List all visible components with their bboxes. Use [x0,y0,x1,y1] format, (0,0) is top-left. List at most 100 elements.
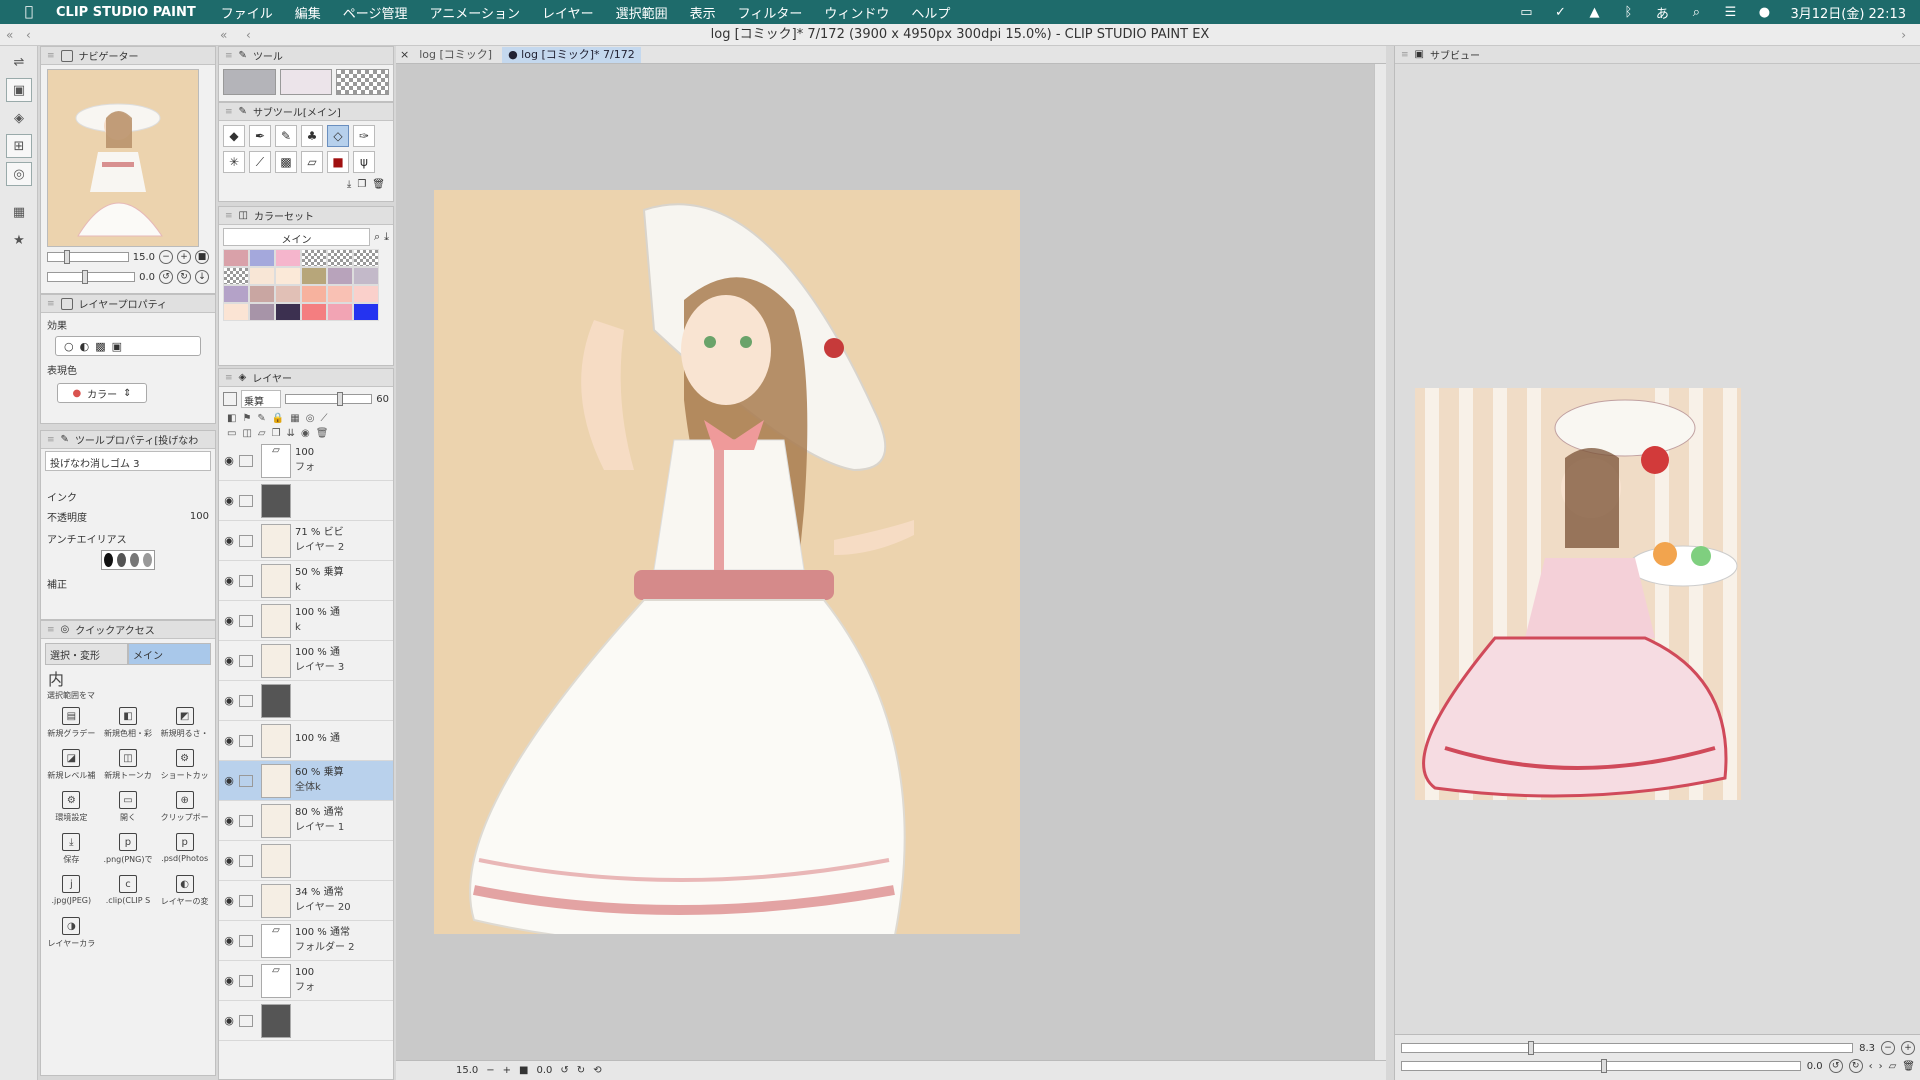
select-mask-item[interactable]: 内 選択範囲をマ [41,669,215,701]
subview-zoom-in-icon[interactable]: + [1901,1041,1915,1055]
quick-access-item[interactable]: ◧ 新規色相・彩 [102,707,155,739]
favorite-icon[interactable]: ★ [6,228,32,252]
color-swatch[interactable] [327,249,353,267]
color-swatch[interactable] [353,303,379,321]
subview-next-icon[interactable]: › [1879,1061,1883,1072]
quick-access-item[interactable]: ◑ レイヤーカラ [45,917,98,949]
tool-header[interactable]: ≡ ✎ ツール [219,47,393,65]
aa-weak[interactable] [117,553,126,567]
layer-lock-box[interactable] [239,894,253,907]
color-swatch[interactable] [301,285,327,303]
brush-tool-icon[interactable]: ♣ [301,125,323,147]
quick-access-item[interactable]: ◪ 新規レベル補 [45,749,98,781]
color-swatch[interactable] [275,267,301,285]
menu-filter[interactable]: フィルター [738,3,803,22]
layer-row[interactable]: ◉ 100 % 通レイヤー 3 [219,641,393,681]
subview-rotate-right-icon[interactable]: ↻ [1848,1059,1863,1073]
quick-access-item[interactable]: ▭ 開く [102,791,155,823]
subview-reference-image[interactable] [1415,388,1741,800]
layer-row[interactable]: ◉ 50 % 乗算 k [219,561,393,601]
layer-opacity-slider[interactable] [285,392,373,406]
visibility-eye-icon[interactable]: ◉ [219,814,239,827]
menu-view[interactable]: 表示 [690,3,716,22]
fit-icon[interactable]: ■ [195,250,209,264]
effect-toggles[interactable]: ○ ◐ ▩ ▣ [55,336,201,356]
visibility-eye-icon[interactable]: ◉ [219,934,239,947]
quick-access-item[interactable]: ⚙ ショートカッ [158,749,211,781]
layer-lock-box[interactable] [239,774,253,787]
pattern-tool-icon[interactable]: ▩ [275,151,297,173]
animation-toggle-icon[interactable]: ▦ [6,200,32,224]
grip-icon[interactable]: ≡ [47,625,55,635]
sub-color-swatch[interactable] [279,69,333,95]
color-swatch[interactable] [301,303,327,321]
layer-lock-box[interactable] [239,574,253,587]
quick-access-item[interactable]: ⤓ 保存 [45,833,98,865]
tab-select-transform[interactable]: 選択・変形 [45,643,128,665]
aa-strong[interactable] [143,553,152,567]
siri-icon[interactable]: ● [1756,4,1772,20]
border-effect-icon[interactable]: ○ [64,340,74,353]
grip-icon[interactable]: ≡ [1401,50,1409,60]
grip-icon[interactable]: ≡ [47,435,55,445]
subview-rotation-slider[interactable] [1401,1059,1801,1073]
quick-access-header[interactable]: ≡ ◎ クイックアクセス [41,621,215,639]
layer-lock-box[interactable] [239,654,253,667]
drive-icon[interactable]: ▲ [1586,4,1602,20]
quick-access-item[interactable]: ◩ 新規明るさ・ [158,707,211,739]
new-raster-icon[interactable]: ▭ [227,428,236,439]
layer-row[interactable]: ◉ 60 % 乗算 全体k [219,761,393,801]
subview-header[interactable]: ≡ ▣ サブビュー [1395,46,1920,64]
tab-main[interactable]: メイン [128,643,211,665]
color-swatch[interactable] [353,249,379,267]
layer-row[interactable]: ◉ 80 % 通常 レイヤー 1 [219,801,393,841]
layer-lock-box[interactable] [239,974,253,987]
color-swatch[interactable] [353,267,379,285]
color-swatch[interactable] [223,303,249,321]
layer-lock-box[interactable] [239,454,253,467]
expression-color-select[interactable]: ● カラー ⇕ [57,383,147,403]
eraser-alt-tool-icon[interactable]: ▱ [301,151,323,173]
subtool-delete-icon[interactable]: 🗑 [372,179,385,190]
visibility-eye-icon[interactable]: ◉ [219,974,239,987]
control-center-icon[interactable]: ☰ [1722,4,1738,20]
eyedropper-tool-icon[interactable]: ⟋ [249,151,271,173]
navigator-thumbnail[interactable] [47,69,199,247]
visibility-eye-icon[interactable]: ◉ [219,854,239,867]
visibility-eye-icon[interactable]: ◉ [219,1014,239,1027]
menu-help[interactable]: ヘルプ [911,3,950,22]
layer-row[interactable]: ◉ 34 % 通常 レイヤー 20 [219,881,393,921]
main-color-swatch[interactable] [223,69,276,95]
menu-window[interactable]: ウィンドウ [824,3,889,22]
visibility-eye-icon[interactable]: ◉ [219,734,239,747]
menu-layer[interactable]: レイヤー [542,3,594,22]
search-icon[interactable]: ⌕ [1688,4,1704,20]
canvas-zoom-in-icon[interactable]: + [503,1065,511,1076]
clock[interactable]: 3月12日(金) 22:13 [1790,3,1906,22]
tool-property-header[interactable]: ≡ ✎ ツールプロパティ[投げなわ [41,431,215,449]
layer-lock-box[interactable] [239,1014,253,1027]
zoom-out-icon[interactable]: − [159,250,173,264]
grass-tool-icon[interactable]: ψ [353,151,375,173]
visibility-eye-icon[interactable]: ◉ [219,454,239,467]
check-circle-icon[interactable]: ✓ [1552,4,1568,20]
canvas-rotation-value[interactable]: 0.0 [537,1065,553,1076]
lock-icon[interactable]: 🔒 [272,413,284,424]
tool-name-field[interactable]: 投げなわ消しゴム 3 [45,451,211,471]
chevron-right-icon[interactable]: › [1901,24,1906,46]
colorset-import-icon[interactable]: ⤓ [384,230,389,244]
grip-icon[interactable]: ≡ [225,373,233,383]
tone-icon[interactable]: ▩ [95,340,105,353]
layer-header[interactable]: ≡ ◈ レイヤー [219,369,393,387]
layer-row[interactable]: ◉ [219,481,393,521]
visibility-eye-icon[interactable]: ◉ [219,774,239,787]
visibility-eye-icon[interactable]: ◉ [219,574,239,587]
canvas-vertical-scrollbar[interactable] [1374,64,1386,1060]
layer-row[interactable]: ◉ [219,841,393,881]
subview-rotation-value[interactable]: 0.0 [1807,1061,1823,1072]
canvas-rotate-left-icon[interactable]: ↺ [560,1065,568,1076]
bluetooth-icon[interactable]: ᛒ [1620,4,1636,20]
rotate-left-icon[interactable]: ↺ [159,270,173,284]
reference-layer-icon[interactable]: ⚑ [242,413,251,424]
layer-opacity-value[interactable]: 60 [376,394,389,405]
